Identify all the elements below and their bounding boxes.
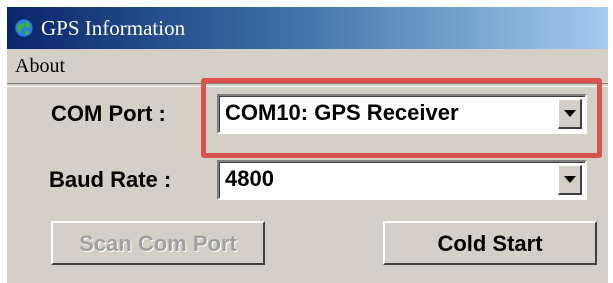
gps-information-window: GPS Information About COM Port : COM10: … (6, 6, 608, 283)
scan-com-port-button[interactable]: Scan Com Port (51, 221, 265, 265)
com-port-label: COM Port : (51, 101, 166, 126)
baud-rate-dropdown-button[interactable] (558, 165, 582, 195)
cold-start-button[interactable]: Cold Start (383, 221, 597, 265)
baud-rate-label: Baud Rate : (49, 167, 172, 192)
menu-item-about[interactable]: About (15, 55, 65, 78)
highlight-box (201, 78, 602, 158)
baud-rate-dropdown[interactable]: 4800 (217, 160, 587, 200)
window-title: GPS Information (41, 16, 186, 40)
cold-start-label: Cold Start (437, 231, 543, 256)
scan-com-port-label: Scan Com Port (79, 231, 237, 256)
chevron-down-icon (564, 176, 576, 183)
globe-icon (14, 18, 34, 38)
title-bar[interactable]: GPS Information (7, 7, 608, 49)
baud-rate-value: 4800 (225, 166, 274, 191)
